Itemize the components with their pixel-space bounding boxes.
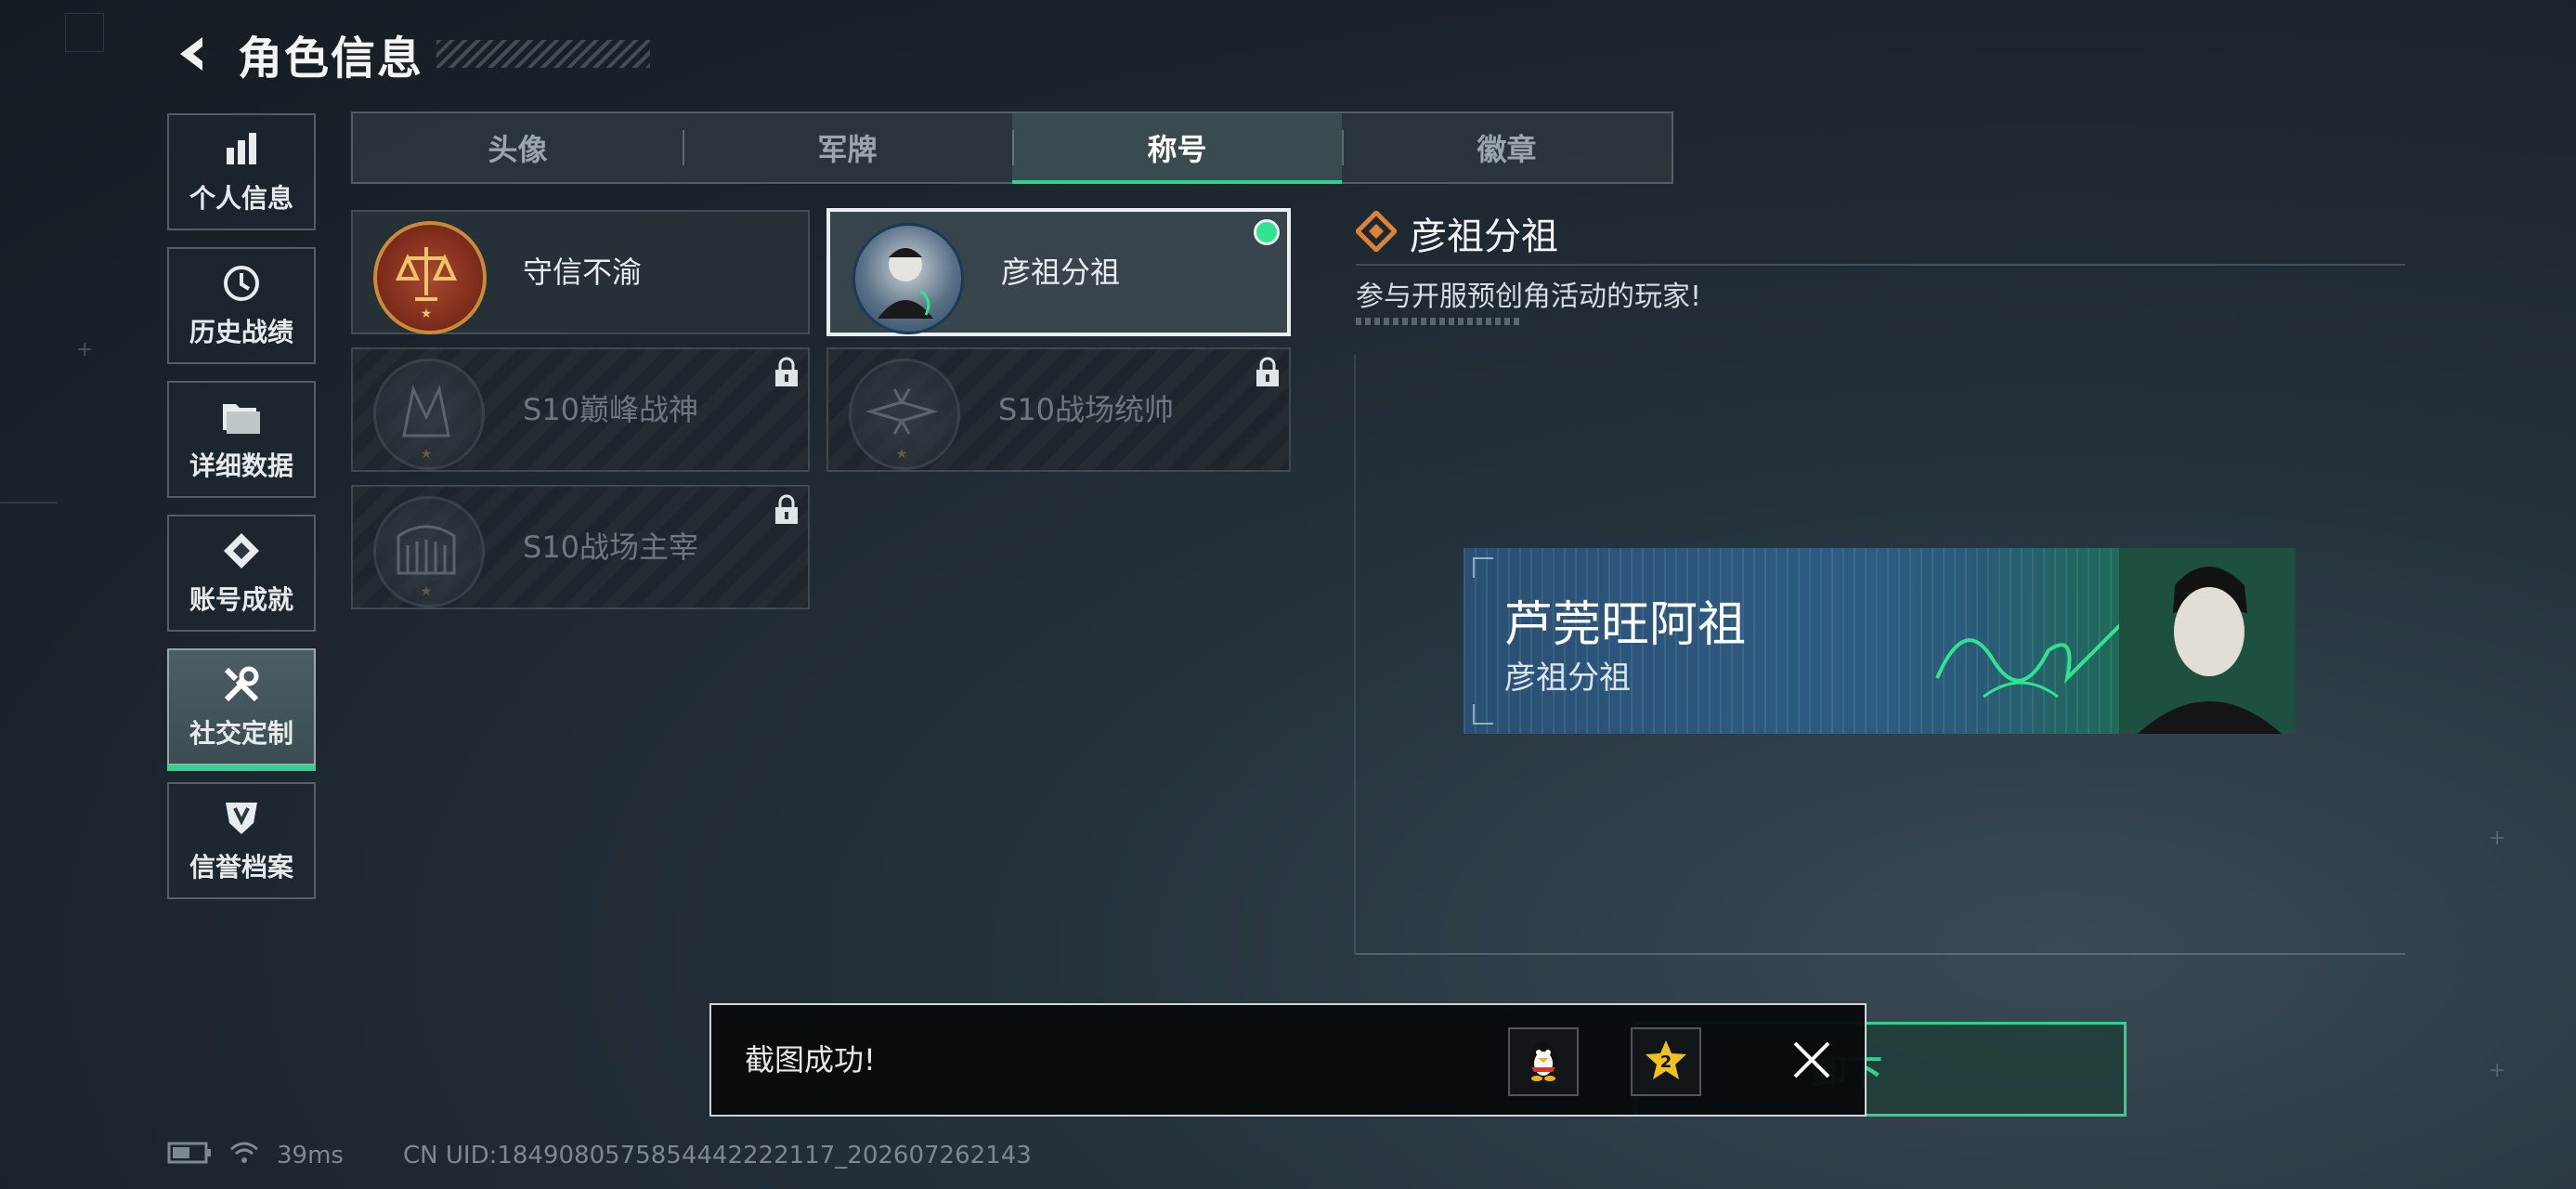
svg-text:2: 2: [1660, 1052, 1672, 1072]
lock-icon: [773, 494, 800, 526]
toast-close-button[interactable]: [1779, 1029, 1844, 1094]
lock-icon: [773, 357, 800, 388]
jet-emblem-icon: ★: [849, 359, 960, 470]
detail-description: 参与开服预创角活动的玩家!: [1356, 281, 1702, 313]
battery-icon: [167, 1141, 212, 1171]
title-card-s10-commander[interactable]: ★ S10战场统帅: [826, 347, 1291, 472]
divider: [1356, 264, 2405, 266]
share-qq-button[interactable]: [1508, 1027, 1579, 1096]
grid-plus-deco: +: [2489, 827, 2506, 850]
title-card-label: S10巅峰战神: [523, 392, 699, 427]
portrait-icon: [2119, 548, 2296, 734]
tab-dog-tag[interactable]: 军牌: [683, 113, 1012, 182]
title-card-yanzu[interactable]: 彦祖分祖: [826, 208, 1291, 336]
sidebar-item-label: 账号成就: [189, 584, 293, 615]
sidebar-item-label: 个人信息: [189, 183, 293, 214]
ping-value: 39ms: [277, 1142, 344, 1169]
banner-player-name: 芦莞旺阿祖: [1504, 597, 1747, 653]
sidebar-item-label: 社交定制: [189, 718, 293, 749]
corner-deco: [65, 13, 104, 52]
shield-badge-icon: [220, 797, 263, 840]
title-card-s10-ruler[interactable]: ★ S10战场主宰: [351, 485, 810, 609]
banner-corner-deco: [1473, 704, 1493, 725]
sidebar-item-detailed-data[interactable]: 详细数据: [167, 381, 316, 498]
wings-emblem-icon: ★: [373, 359, 485, 470]
scales-emblem-icon: ★: [373, 221, 487, 334]
uid-text: CN UID:1849080575854442222117_2026072621…: [403, 1142, 1032, 1169]
tools-icon: [220, 663, 263, 706]
sidebar: 个人信息 历史战绩 详细数据 账号成就 社交定制 信誉档案: [167, 113, 318, 916]
title-card-s10-peak[interactable]: ★ S10巅峰战神: [351, 347, 810, 472]
detail-header: 彦祖分祖: [1354, 206, 1558, 260]
title-hatch-deco: [436, 40, 651, 68]
colosseum-emblem-icon: ★: [373, 496, 485, 608]
toast-message: 截图成功!: [745, 1042, 876, 1078]
title-card-label: S10战场统帅: [998, 392, 1175, 427]
grid-plus-deco: +: [76, 338, 94, 361]
close-icon: [1789, 1038, 1834, 1086]
bar-chart-icon: [220, 128, 263, 171]
svg-text:★: ★: [896, 447, 908, 462]
svg-text:★: ★: [421, 307, 433, 321]
sidebar-item-achievements[interactable]: 账号成就: [167, 515, 316, 632]
tab-title[interactable]: 称号: [1012, 113, 1342, 184]
title-card-label: S10战场主宰: [523, 529, 699, 565]
detail-title: 彦祖分祖: [1410, 216, 1558, 258]
lock-icon: [1254, 357, 1281, 388]
diamond-icon: [1354, 209, 1399, 255]
share-qzone-button[interactable]: 2: [1631, 1027, 1701, 1096]
sidebar-item-label: 详细数据: [189, 451, 293, 481]
back-arrow-icon[interactable]: [167, 28, 219, 80]
title-card-label: 彦祖分祖: [1001, 255, 1121, 290]
detail-deco-line: [1356, 318, 1519, 325]
grid-line: [0, 502, 58, 503]
page-header: 角色信息: [167, 26, 651, 85]
selected-indicator: [1254, 219, 1280, 245]
status-bar: 39ms: [167, 1135, 344, 1176]
portrait-emblem-icon: [852, 223, 964, 334]
title-banner-preview: 芦莞旺阿祖 彦祖分祖: [1464, 548, 2296, 734]
sidebar-item-label: 历史战绩: [189, 317, 293, 347]
banner-corner-deco: [1473, 557, 1493, 578]
svg-text:★: ★: [421, 584, 433, 599]
svg-text:★: ★: [421, 447, 433, 462]
page-title: 角色信息: [238, 33, 424, 85]
wifi-icon: [228, 1140, 260, 1172]
tab-avatar[interactable]: 头像: [353, 113, 683, 182]
sidebar-item-credit-profile[interactable]: 信誉档案: [167, 782, 316, 899]
sidebar-item-label: 信誉档案: [189, 852, 293, 882]
signature-icon: [1935, 621, 2125, 699]
title-card-trustworthy[interactable]: ★ 守信不渝: [351, 210, 810, 334]
qq-penguin-icon: [1522, 1038, 1565, 1086]
banner-title: 彦祖分祖: [1504, 660, 1631, 697]
tab-badge[interactable]: 徽章: [1342, 113, 1672, 182]
qzone-star-icon: 2: [1644, 1039, 1688, 1085]
tab-bar: 头像 军牌 称号 徽章: [351, 111, 1673, 184]
history-clock-icon: [220, 262, 263, 305]
divider: [1356, 953, 2405, 955]
folder-icon: [220, 396, 263, 438]
grid-plus-deco: +: [2489, 1059, 2506, 1082]
achievement-icon: [220, 529, 263, 572]
title-card-label: 守信不渝: [523, 255, 643, 290]
sidebar-item-history[interactable]: 历史战绩: [167, 247, 316, 364]
screenshot-toast: 截图成功! 2: [709, 1003, 1867, 1117]
sidebar-item-personal-info[interactable]: 个人信息: [167, 113, 316, 230]
sidebar-item-social-custom[interactable]: 社交定制: [167, 648, 316, 771]
